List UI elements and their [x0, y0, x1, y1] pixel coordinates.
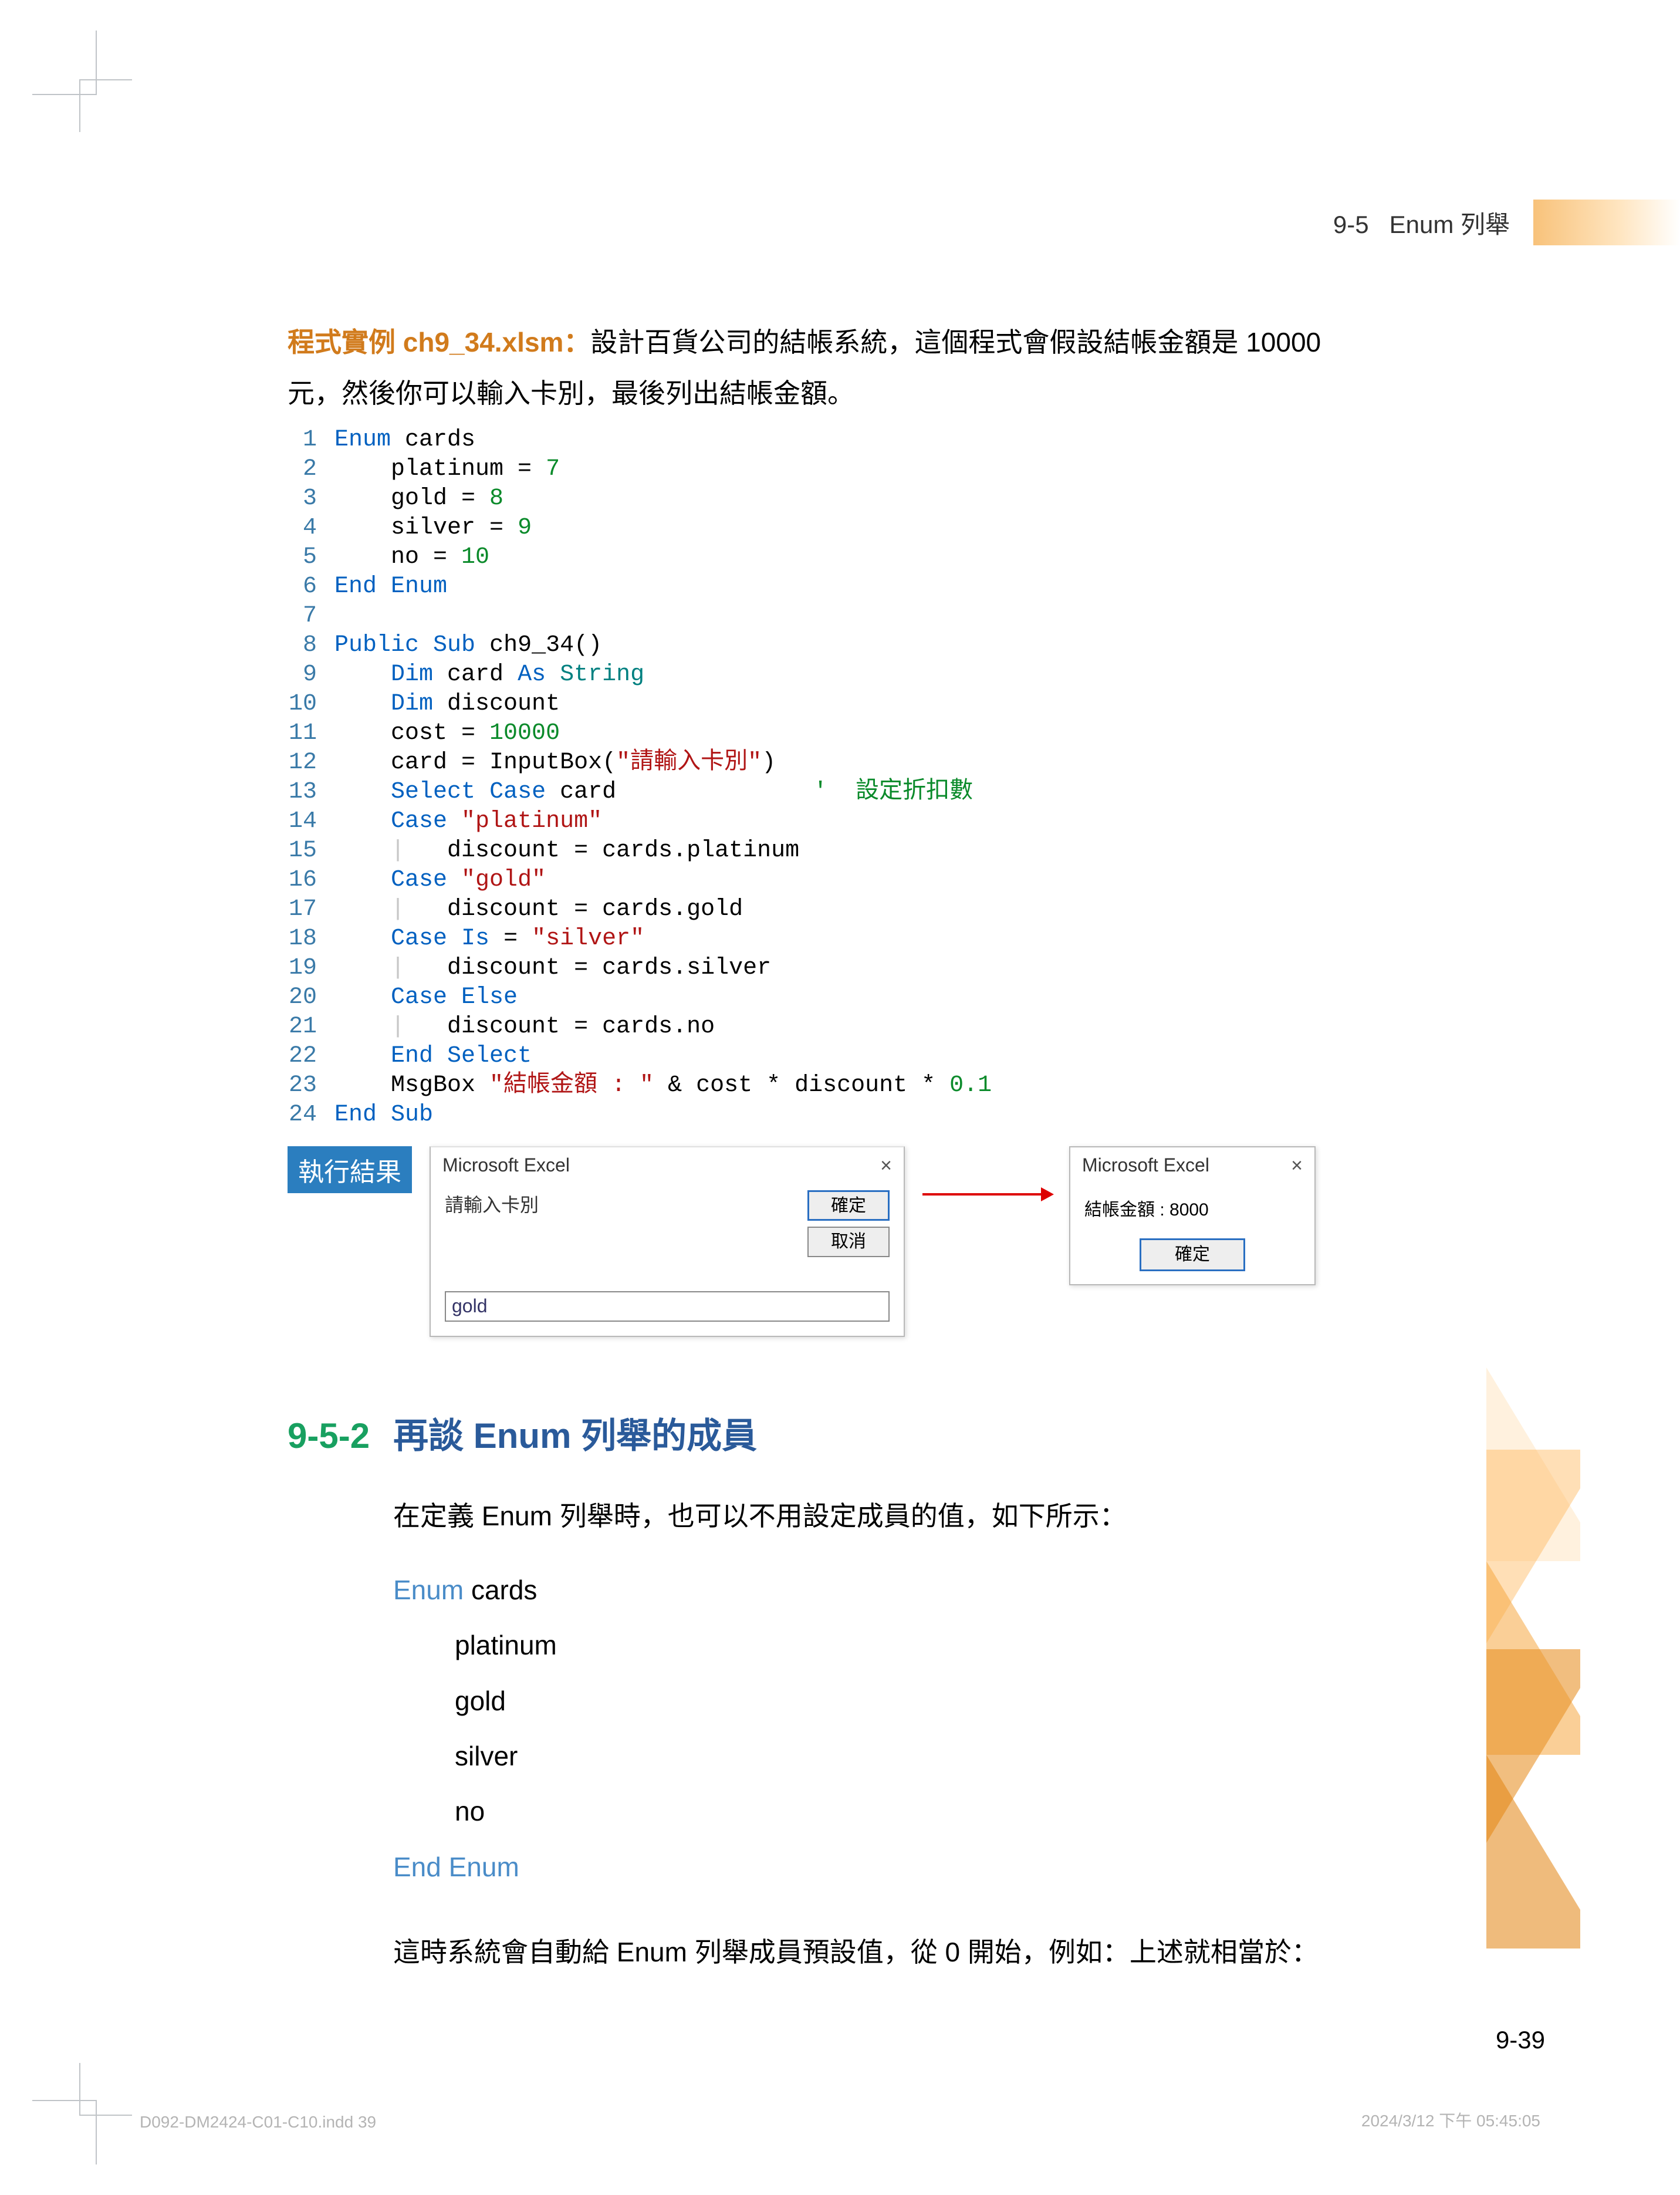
- line-number: 11: [288, 719, 334, 748]
- line-number: 14: [288, 807, 334, 836]
- line-number: 22: [288, 1042, 334, 1071]
- execution-result-row: 執行結果 Microsoft Excel × 確定 取消 請輸入卡別 Micro…: [288, 1146, 1490, 1337]
- input-dialog: Microsoft Excel × 確定 取消 請輸入卡別: [430, 1146, 905, 1337]
- crop-mark-top-left-inner: [79, 79, 132, 132]
- line-number: 5: [288, 543, 334, 572]
- footer-left: D092-DM2424-C01-C10.indd 39: [140, 2113, 376, 2132]
- intro-line1: 設計百貨公司的結帳系統，這個程式會假設結帳金額是 10000: [590, 327, 1321, 357]
- line-number: 18: [288, 924, 334, 954]
- header-section-number: 9-5: [1333, 211, 1369, 238]
- cancel-button[interactable]: 取消: [807, 1227, 890, 1257]
- line-number: 2: [288, 455, 334, 484]
- section-heading: 9-5-2 再談 Enum 列舉的成員: [288, 1407, 1490, 1458]
- line-number: 16: [288, 866, 334, 895]
- header-gradient-bar: [1533, 200, 1680, 245]
- line-number: 20: [288, 983, 334, 1012]
- close-icon[interactable]: ×: [1291, 1154, 1303, 1177]
- line-number: 1: [288, 426, 334, 455]
- line-number: 21: [288, 1012, 334, 1042]
- line-number: 23: [288, 1071, 334, 1100]
- body-paragraph-2: 這時系統會自動給 Enum 列舉成員預設值，從 0 開始，例如：上述就相當於：: [393, 1927, 1490, 1978]
- line-number: 3: [288, 484, 334, 514]
- line-number: 24: [288, 1100, 334, 1130]
- dialog1-title: Microsoft Excel: [442, 1154, 570, 1177]
- enum-code-example: Enum cards platinum gold silver no End E…: [393, 1562, 1490, 1895]
- dialog2-title: Microsoft Excel: [1082, 1154, 1209, 1177]
- arrow-icon: [922, 1193, 1052, 1196]
- crop-mark-bottom-left-inner: [79, 2063, 132, 2116]
- line-number: 6: [288, 572, 334, 602]
- main-content: 程式實例 ch9_34.xlsm：設計百貨公司的結帳系統，這個程式會假設結帳金額…: [288, 317, 1490, 1978]
- line-number: 12: [288, 748, 334, 778]
- line-number: 9: [288, 660, 334, 690]
- close-icon[interactable]: ×: [880, 1154, 892, 1177]
- line-number: 10: [288, 690, 334, 719]
- line-number: 13: [288, 778, 334, 807]
- message-dialog: Microsoft Excel × 結帳金額 : 8000 確定: [1069, 1146, 1316, 1285]
- example-label: 程式實例 ch9_34.xlsm：: [288, 327, 590, 357]
- line-number: 15: [288, 836, 334, 866]
- intro-line2: 元，然後你可以輸入卡別，最後列出結帳金額。: [288, 378, 854, 408]
- page-number: 9-39: [1496, 2026, 1545, 2054]
- line-number: 7: [288, 602, 334, 631]
- code-listing: 1Enum cards 2 platinum = 7 3 gold = 8 4 …: [288, 426, 1490, 1130]
- section-number: 9-5-2: [288, 1416, 370, 1456]
- card-type-input[interactable]: [445, 1291, 890, 1322]
- ok-button[interactable]: 確定: [1140, 1238, 1245, 1271]
- intro-paragraph: 程式實例 ch9_34.xlsm：設計百貨公司的結帳系統，這個程式會假設結帳金額…: [288, 317, 1490, 420]
- result-label: 執行結果: [288, 1146, 412, 1193]
- line-number: 17: [288, 895, 334, 924]
- dialog2-message: 結帳金額 : 8000: [1070, 1184, 1314, 1238]
- section-title: 再談 Enum 列舉的成員: [393, 1407, 757, 1458]
- body-paragraph-1: 在定義 Enum 列舉時，也可以不用設定成員的值，如下所示：: [393, 1491, 1490, 1542]
- header-section-title: Enum 列舉: [1390, 211, 1510, 238]
- line-number: 4: [288, 514, 334, 543]
- page-header: 9-5 Enum 列舉: [1333, 200, 1680, 245]
- ok-button[interactable]: 確定: [807, 1190, 890, 1221]
- line-number: 19: [288, 954, 334, 983]
- line-number: 8: [288, 631, 334, 660]
- footer-right: 2024/3/12 下午 05:45:05: [1361, 2108, 1540, 2132]
